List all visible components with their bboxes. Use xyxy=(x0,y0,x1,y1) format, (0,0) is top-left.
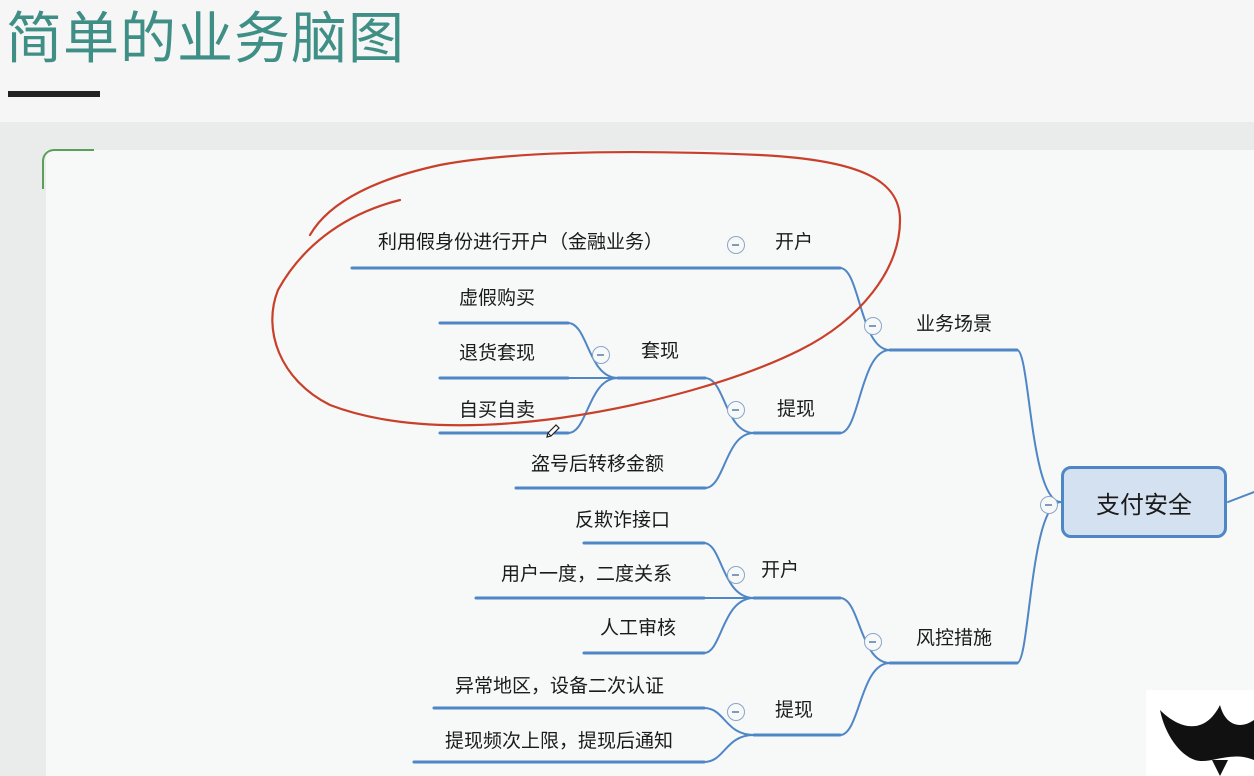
node-withdraw[interactable]: 提现 xyxy=(777,397,815,421)
leaf-manual-review[interactable]: 人工审核 xyxy=(600,616,676,640)
root-node[interactable]: 支付安全 xyxy=(1061,466,1227,538)
leaf-account-theft[interactable]: 盗号后转移金额 xyxy=(531,452,664,476)
leaf-user-relations[interactable]: 用户一度，二度关系 xyxy=(501,562,672,586)
leaf-anti-fraud[interactable]: 反欺诈接口 xyxy=(575,508,670,532)
leaf-self-trade[interactable]: 自买自卖 xyxy=(459,398,535,422)
collapse-icon[interactable] xyxy=(727,566,745,584)
collapse-icon[interactable] xyxy=(727,703,745,721)
collapse-icon[interactable] xyxy=(727,401,745,419)
leaf-return-cashout[interactable]: 退货套现 xyxy=(459,341,535,365)
leaf-abnormal-region[interactable]: 异常地区，设备二次认证 xyxy=(455,674,664,698)
branch-risk-label[interactable]: 风控措施 xyxy=(916,626,992,650)
node-cashout[interactable]: 套现 xyxy=(641,339,679,363)
collapse-icon[interactable] xyxy=(864,317,882,335)
leaf-fake-purchase[interactable]: 虚假购买 xyxy=(459,286,535,310)
branch-business-label[interactable]: 业务场景 xyxy=(916,312,992,336)
annotation-circle xyxy=(271,150,902,427)
collapse-icon[interactable] xyxy=(592,346,610,364)
leaf-withdraw-limit[interactable]: 提现频次上限，提现后通知 xyxy=(445,729,673,753)
leaf-fake-identity[interactable]: 利用假身份进行开户（金融业务） xyxy=(378,230,663,254)
node-open-account[interactable]: 开户 xyxy=(775,230,813,254)
pencil-cursor-icon xyxy=(546,424,560,438)
node-risk-withdraw[interactable]: 提现 xyxy=(775,698,813,722)
corner-logo-shape xyxy=(1160,705,1254,776)
collapse-icon[interactable] xyxy=(727,236,745,254)
collapse-icon[interactable] xyxy=(1040,496,1058,514)
mind-map-connectors xyxy=(271,150,1254,764)
root-label: 支付安全 xyxy=(1096,490,1192,519)
collapse-icon[interactable] xyxy=(864,633,882,651)
node-risk-open-account[interactable]: 开户 xyxy=(761,558,799,582)
